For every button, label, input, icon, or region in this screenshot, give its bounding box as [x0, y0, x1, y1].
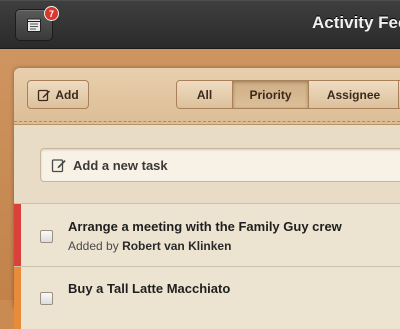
filter-segmented-control: All Priority Assignee [176, 80, 400, 109]
notepad-icon [27, 18, 41, 32]
task-row[interactable]: Buy a Tall Latte Macchiato [14, 267, 400, 329]
tab-assignee[interactable]: Assignee [309, 81, 399, 108]
top-bar: 7 Activity Feed [0, 0, 400, 49]
priority-flag [14, 204, 21, 266]
priority-flag [14, 267, 21, 329]
tab-priority[interactable]: Priority [233, 81, 309, 108]
edit-icon [38, 89, 51, 101]
task-title: Arrange a meeting with the Family Guy cr… [68, 219, 342, 234]
notification-badge: 7 [44, 6, 59, 21]
task-row[interactable]: Arrange a meeting with the Family Guy cr… [14, 204, 400, 266]
task-checkbox[interactable] [40, 230, 53, 243]
task-meta: Added by Robert van Klinken [68, 239, 231, 253]
new-task-input[interactable]: Add a new task [40, 148, 400, 182]
task-checkbox[interactable] [40, 292, 53, 305]
added-by-prefix: Added by [68, 239, 119, 253]
add-button[interactable]: Add [27, 80, 89, 109]
added-by-name: Robert van Klinken [122, 239, 232, 253]
new-task-placeholder: Add a new task [73, 157, 168, 173]
edit-icon [51, 159, 66, 173]
add-button-label: Add [55, 87, 79, 102]
task-title: Buy a Tall Latte Macchiato [68, 281, 231, 296]
page-title: Activity Feed [312, 13, 400, 32]
tab-all[interactable]: All [177, 81, 233, 108]
stitch-divider [14, 121, 400, 122]
